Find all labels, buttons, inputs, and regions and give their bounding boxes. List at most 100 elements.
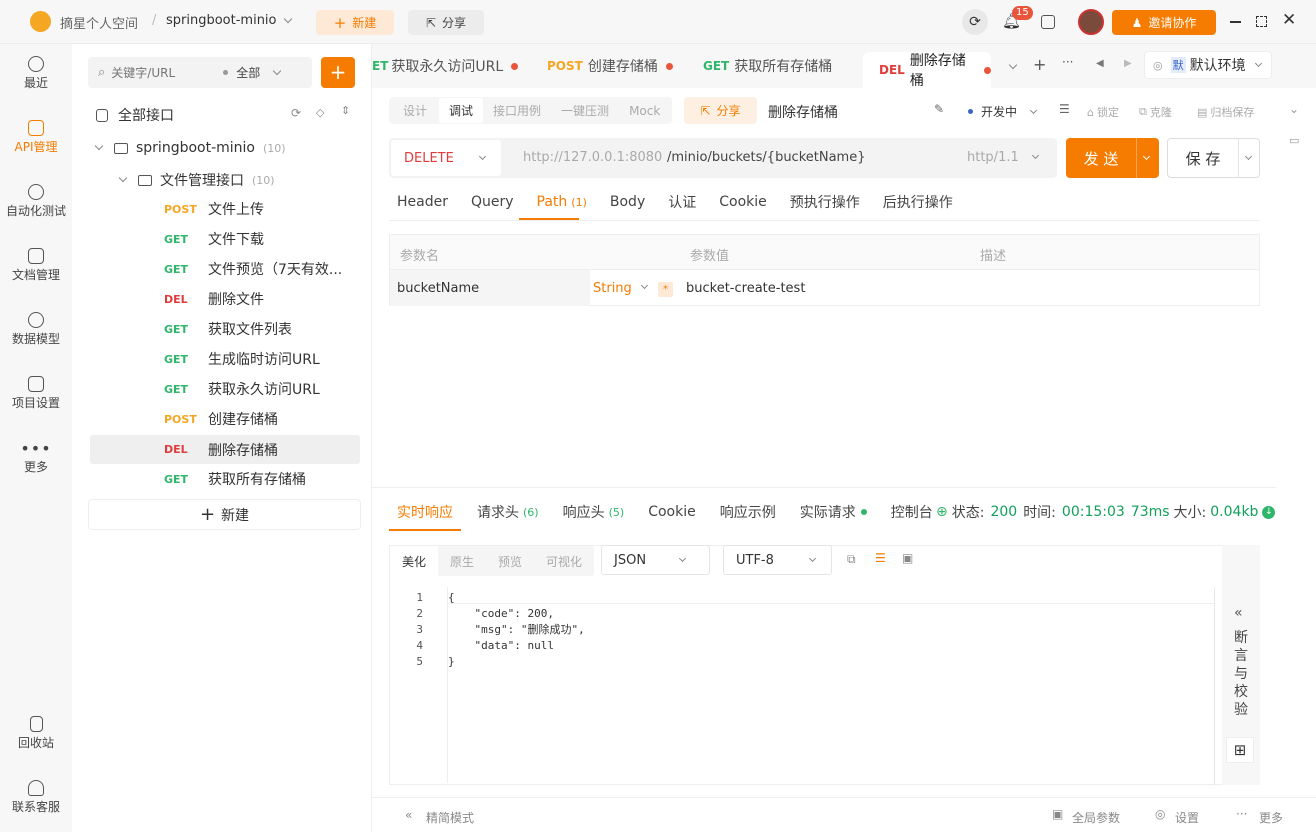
global-params-button[interactable]: 全局参数 xyxy=(1072,809,1120,826)
tree-item[interactable]: GET 文件下载 xyxy=(90,225,360,253)
tab-console[interactable]: 控制台 xyxy=(891,502,933,522)
avatar[interactable] xyxy=(1078,9,1104,35)
status-selector[interactable]: 开发中 xyxy=(968,103,1038,120)
tab-pre-script[interactable]: 预执行操作 xyxy=(790,192,860,212)
workspace-name[interactable]: 摘星个人空间 xyxy=(60,13,138,32)
chevron-down-icon[interactable] xyxy=(1031,151,1040,160)
close-icon[interactable]: ✕ xyxy=(1282,10,1296,30)
rail-item-trash[interactable]: 回收站 xyxy=(0,716,72,751)
assertion-panel[interactable]: « 断言与校验 ⊞ xyxy=(1222,545,1260,785)
edit-icon[interactable]: ✎ xyxy=(934,102,944,116)
add-tab-icon[interactable]: + xyxy=(1033,55,1046,74)
chevron-down-icon[interactable] xyxy=(1244,152,1253,161)
tab-mock[interactable]: Mock xyxy=(619,100,670,122)
tab-live-response[interactable]: 实时响应 xyxy=(397,502,453,522)
minimize-icon[interactable] xyxy=(1230,21,1241,23)
message-icon[interactable] xyxy=(1041,15,1055,29)
scroll-left-icon[interactable]: ◀ xyxy=(1096,58,1104,69)
lock-button[interactable]: ⌂ 锁定 xyxy=(1087,104,1119,120)
refresh-icon[interactable]: ⟳ xyxy=(962,9,988,35)
grid-icon[interactable]: ⊞ xyxy=(1226,737,1254,763)
tab-path[interactable]: Path xyxy=(537,194,568,210)
rail-item-models[interactable]: 数据模型 xyxy=(0,312,72,347)
tab-item-active[interactable]: DEL 删除存储桶 xyxy=(863,52,991,89)
search-box[interactable]: ⌕ 全部 xyxy=(88,57,312,88)
tab-response-example[interactable]: 响应示例 xyxy=(720,502,776,522)
expand-icon[interactable]: « xyxy=(1234,605,1243,621)
tab-request-headers[interactable]: 请求头 xyxy=(477,502,519,522)
chevron-down-icon[interactable] xyxy=(273,66,282,76)
collapse-panel-icon[interactable]: ⌄ xyxy=(1289,102,1299,116)
settings-button[interactable]: 设置 xyxy=(1175,809,1199,826)
save-response-icon[interactable]: ▣ xyxy=(902,551,913,565)
response-code-editor[interactable]: 12345 { "code": 200, "msg": "删除成功", "dat… xyxy=(389,587,1215,783)
rail-item-docs[interactable]: 文档管理 xyxy=(0,248,72,283)
tree-project[interactable]: springboot-minio (10) xyxy=(94,140,286,156)
view-raw[interactable]: 原生 xyxy=(438,546,486,577)
locate-icon[interactable]: ◇ xyxy=(316,106,324,119)
archive-button[interactable]: ▤ 归档保存 xyxy=(1197,104,1254,120)
tree-item[interactable]: POST 文件上传 xyxy=(90,195,360,223)
encoding-select[interactable]: UTF-8 xyxy=(723,545,832,575)
protocol-select[interactable]: http/1.1 xyxy=(967,150,1019,165)
param-type-select[interactable]: String xyxy=(593,281,632,296)
invite-button[interactable]: ♟ 邀请协作 xyxy=(1112,10,1216,35)
tree-folder[interactable]: 文件管理接口 (10) xyxy=(118,170,275,190)
maximize-icon[interactable] xyxy=(1256,16,1267,27)
tree-item[interactable]: POST 创建存储桶 xyxy=(90,405,360,433)
tab-auth[interactable]: 认证 xyxy=(668,192,696,212)
tree-new-button[interactable]: + 新建 xyxy=(88,499,361,530)
tab-header[interactable]: Header xyxy=(397,194,448,210)
required-marker[interactable]: * xyxy=(658,282,673,297)
download-icon[interactable]: ↓ xyxy=(1262,505,1276,519)
tree-item[interactable]: DEL 删除文件 xyxy=(90,285,360,313)
format-icon[interactable]: ☰ xyxy=(1059,102,1070,116)
tab-item[interactable]: POST 创建存储桶 xyxy=(547,44,673,88)
search-input[interactable] xyxy=(111,65,224,80)
chevron-down-icon[interactable] xyxy=(283,14,293,24)
view-pretty[interactable]: 美化 xyxy=(390,545,439,577)
tab-stress[interactable]: 一键压测 xyxy=(551,98,619,123)
tree-item[interactable]: GET 生成临时访问URL xyxy=(90,345,360,373)
view-visualize[interactable]: 可视化 xyxy=(534,546,594,577)
tab-cases[interactable]: 接口用例 xyxy=(483,98,551,123)
collapse-icon[interactable]: ⇕ xyxy=(341,104,350,117)
rail-item-autotest[interactable]: 自动化测试 xyxy=(0,184,72,219)
tree-item[interactable]: GET 获取所有存储桶 xyxy=(90,465,360,493)
tab-cookie[interactable]: Cookie xyxy=(719,194,767,210)
scroll-right-icon[interactable]: ▶ xyxy=(1124,58,1132,69)
rail-item-settings[interactable]: 项目设置 xyxy=(0,376,72,411)
simple-mode-button[interactable]: 精简模式 xyxy=(426,809,474,826)
tab-actual-request[interactable]: 实际请求 xyxy=(800,502,856,522)
tab-response-headers[interactable]: 响应头 xyxy=(563,502,605,522)
sync-icon[interactable]: ⟳ xyxy=(291,106,301,120)
tree-root[interactable]: 全部接口 xyxy=(96,105,174,125)
clone-button[interactable]: ⧉ 克隆 xyxy=(1139,104,1172,120)
tree-item-selected[interactable]: DEL 删除存储桶 xyxy=(90,435,360,464)
api-share-button[interactable]: ⇱ 分享 xyxy=(684,97,757,124)
add-api-button[interactable]: + xyxy=(321,57,355,88)
tabs-dropdown-icon[interactable] xyxy=(1008,60,1018,70)
new-button[interactable]: + 新建 xyxy=(316,10,394,35)
method-select[interactable]: DELETE xyxy=(391,140,501,176)
filter-select[interactable]: 全部 xyxy=(236,64,260,81)
tree-item[interactable]: GET 文件预览（7天有效... xyxy=(90,255,360,283)
tree-item[interactable]: GET 获取文件列表 xyxy=(90,315,360,343)
rail-item-more[interactable]: ••• 更多 xyxy=(0,440,72,475)
format-select[interactable]: JSON xyxy=(601,545,710,575)
tab-item[interactable]: ET 获取永久访问URL xyxy=(372,44,530,88)
rail-item-api[interactable]: API管理 xyxy=(0,120,72,155)
tab-debug[interactable]: 调试 xyxy=(439,98,484,123)
tab-cookie[interactable]: Cookie xyxy=(648,504,696,520)
project-selector[interactable]: springboot-minio xyxy=(166,13,277,28)
tab-post-script[interactable]: 后执行操作 xyxy=(883,192,953,212)
environment-selector[interactable]: ◎ 默 默认环境 xyxy=(1144,51,1272,79)
tree-item[interactable]: GET 获取永久访问URL xyxy=(90,375,360,403)
copy-icon[interactable]: ⧉ xyxy=(847,552,856,567)
scrollbar[interactable] xyxy=(1214,587,1222,785)
chevron-down-icon[interactable] xyxy=(640,281,649,290)
chevron-down-icon[interactable] xyxy=(1142,152,1151,161)
rail-item-support[interactable]: 联系客服 xyxy=(0,780,72,815)
rail-item-recent[interactable]: 最近 xyxy=(0,56,72,91)
send-button[interactable]: 发 送 xyxy=(1066,138,1159,178)
